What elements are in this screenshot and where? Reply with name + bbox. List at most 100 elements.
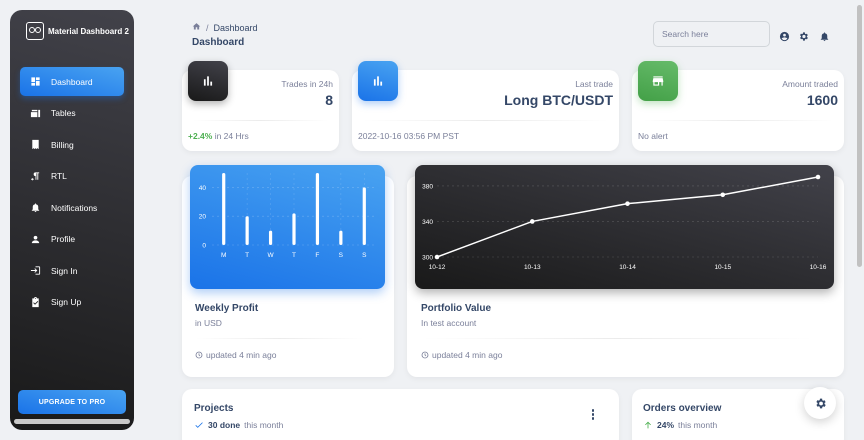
bar — [268, 230, 273, 245]
divider — [362, 120, 609, 121]
breadcrumb-separator: / — [206, 22, 209, 33]
stat-value: Long BTC/USDT — [504, 92, 613, 108]
stat-value: 8 — [325, 92, 333, 108]
x-tick-label: 10-15 — [714, 264, 731, 271]
sidebar-item-label: RTL — [51, 171, 67, 181]
weekly-profit-footer: updated 4 min ago — [195, 350, 276, 360]
portfolio-card: 300 340 380 10-12 10-13 10-14 10-15 10-16 Portf… — [407, 165, 844, 377]
portfolio-subtitle: In test account — [421, 318, 477, 328]
orders-summary: 24% this month — [643, 420, 717, 430]
rtl-icon — [30, 171, 41, 182]
stat-label: Last trade — [575, 79, 613, 89]
search-input[interactable] — [653, 21, 770, 47]
y-tick-label: 0 — [202, 243, 206, 250]
bar-chart: 0 20 40 M T W T F S S — [199, 173, 376, 259]
sidebar-item-billing[interactable]: Billing — [20, 130, 124, 159]
data-point — [529, 219, 535, 224]
y-tick-label: 340 — [422, 219, 433, 226]
bar — [362, 187, 366, 245]
x-tick-label: T — [292, 252, 296, 259]
projects-period: this month — [244, 420, 284, 430]
sidebar-item-rtl[interactable]: RTL — [20, 162, 124, 191]
y-tick-label: 20 — [199, 214, 207, 221]
brand-logo-icon — [26, 22, 44, 40]
breadcrumb: / Dashboard — [192, 22, 258, 33]
stat-change: +2.4% — [188, 131, 213, 141]
line-chart: 300 340 380 10-12 10-13 10-14 10-15 10-16 — [422, 174, 827, 271]
x-tick-label: W — [268, 252, 275, 259]
weekly-profit-card: 0 20 40 M T W T F S S Weekly Profit in USD update… — [182, 165, 394, 377]
data-point — [815, 174, 821, 180]
bar — [315, 173, 320, 245]
sidebar-nav: Dashboard Tables Billing RTL Notificatio… — [20, 67, 124, 319]
sidebar-scrollbar[interactable] — [14, 419, 130, 424]
x-tick-label: S — [362, 252, 367, 259]
clipboard-icon — [30, 296, 41, 308]
settings-fab-button[interactable] — [804, 387, 836, 419]
stat-card-amount: Amount traded 1600 No alert — [632, 61, 844, 151]
bell-icon — [30, 202, 41, 213]
weekly-profit-chart: 0 20 40 M T W T F S S — [190, 165, 385, 289]
stat-badge — [638, 61, 678, 101]
portfolio-title: Portfolio Value — [421, 303, 492, 314]
stat-value: 1600 — [806, 92, 838, 108]
more-vertical-icon[interactable] — [591, 409, 595, 421]
orders-period: this month — [678, 420, 718, 430]
sidebar-item-sign-in[interactable]: Sign In — [20, 256, 124, 285]
gear-icon[interactable] — [798, 29, 809, 41]
home-icon[interactable] — [192, 22, 201, 33]
y-tick-label: 40 — [199, 185, 207, 192]
data-point — [625, 201, 630, 206]
breadcrumb-current: Dashboard — [213, 22, 258, 33]
receipt-icon — [30, 139, 41, 150]
x-tick-label: F — [315, 252, 319, 259]
orders-pct: 24% — [657, 420, 675, 430]
bar-chart-icon — [373, 76, 383, 86]
bell-icon[interactable] — [819, 29, 830, 42]
sidebar-item-dashboard[interactable]: Dashboard — [20, 67, 124, 96]
account-icon[interactable] — [779, 29, 790, 42]
bar — [245, 216, 249, 245]
sidebar-item-notifications[interactable]: Notifications — [20, 193, 124, 222]
projects-card: Projects 30 done this month — [182, 389, 619, 440]
divider — [642, 120, 834, 121]
stat-label: Amount traded — [782, 79, 838, 89]
sidebar-item-label: Notifications — [51, 202, 98, 213]
sidebar-item-profile[interactable]: Profile — [20, 225, 124, 254]
page-title: Dashboard — [192, 37, 245, 48]
bar-chart-icon — [203, 76, 213, 86]
portfolio-chart: 300 340 380 10-12 10-13 10-14 10-15 10-16 — [415, 165, 834, 289]
stat-badge — [188, 61, 228, 101]
weekly-profit-title: Weekly Profit — [195, 303, 259, 314]
sidebar-item-sign-up[interactable]: Sign Up — [20, 288, 124, 317]
x-tick-label: 10-16 — [810, 264, 827, 271]
portfolio-footer: updated 4 min ago — [421, 350, 502, 360]
stat-footer: 2022-10-16 03:56 PM PST — [358, 131, 460, 141]
sidebar-item-label: Billing — [51, 139, 74, 150]
sidebar-item-label: Sign Up — [51, 297, 82, 307]
orders-title: Orders overview — [643, 403, 722, 414]
upgrade-button[interactable]: UPGRADE TO PRO — [18, 390, 126, 414]
divider — [192, 120, 329, 121]
clock-icon — [195, 351, 203, 359]
data-point — [434, 254, 440, 260]
gear-icon — [815, 398, 826, 408]
bar — [222, 173, 226, 245]
x-tick-label: S — [339, 252, 344, 259]
y-tick-label: 300 — [422, 255, 433, 262]
clock-icon — [421, 351, 429, 359]
projects-title: Projects — [194, 403, 234, 414]
store-icon — [652, 76, 664, 86]
projects-summary: 30 done this month — [194, 420, 283, 430]
sidebar-item-tables[interactable]: Tables — [20, 99, 124, 128]
x-tick-label: 10-12 — [429, 264, 446, 271]
weekly-profit-subtitle: in USD — [195, 318, 222, 328]
login-icon — [30, 265, 41, 276]
page-scrollbar[interactable] — [857, 5, 862, 267]
stat-card-last-trade: Last trade Long BTC/USDT 2022-10-16 03:5… — [352, 61, 619, 151]
divider — [421, 338, 814, 339]
sidebar-item-label: Sign In — [51, 265, 78, 276]
x-tick-label: T — [245, 252, 249, 259]
brand[interactable]: Material Dashboard 2 — [26, 22, 129, 40]
projects-done: 30 done — [208, 420, 241, 430]
